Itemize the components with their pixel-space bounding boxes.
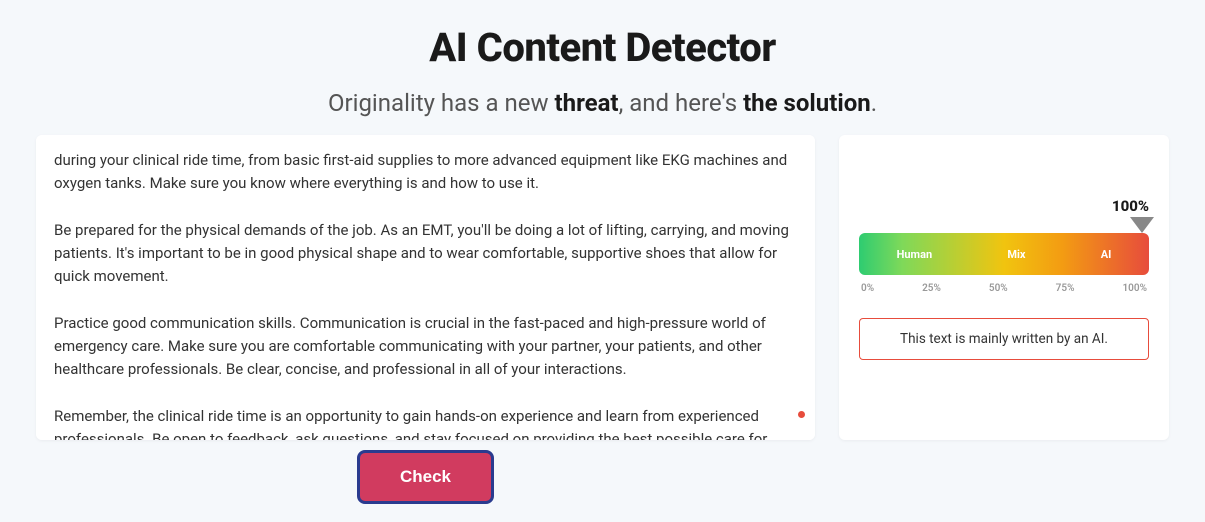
verdict-box: This text is mainly written by an AI. [859, 318, 1149, 360]
main-layout: Check 100% Human Mix AI 0% 25% 50% 75% 1… [0, 135, 1205, 504]
gauge-label-ai: AI [1101, 248, 1112, 261]
gauge-ticks: 0% 25% 50% 75% 100% [859, 283, 1149, 294]
subtitle-threat: threat [555, 89, 619, 117]
tick-0: 0% [861, 283, 874, 294]
subtitle-mid: , and here's [619, 89, 744, 117]
text-area-wrapper [36, 135, 815, 440]
results-panel: 100% Human Mix AI 0% 25% 50% 75% 100% Th… [839, 135, 1169, 440]
subtitle-prefix: Originality has a new [328, 89, 555, 117]
tick-100: 100% [1122, 283, 1147, 294]
tick-75: 75% [1056, 283, 1075, 294]
content-input[interactable] [36, 135, 815, 440]
tick-50: 50% [989, 283, 1008, 294]
gauge-label-human: Human [897, 248, 933, 261]
gauge-pointer-icon [1130, 217, 1154, 233]
ai-percentage: 100% [1112, 197, 1149, 215]
grammar-dot-icon [798, 411, 805, 418]
check-button[interactable]: Check [357, 450, 494, 504]
subtitle-suffix: . [871, 89, 877, 117]
text-panel: Check [36, 135, 815, 504]
subtitle-solution: the solution [743, 89, 871, 117]
gauge-label-mix: Mix [1007, 248, 1025, 261]
subtitle: Originality has a new threat, and here's… [0, 89, 1205, 117]
gauge-bar: Human Mix AI [859, 233, 1149, 275]
page-title: AI Content Detector [0, 0, 1205, 71]
gauge: Human Mix AI 0% 25% 50% 75% 100% [859, 233, 1149, 294]
tick-25: 25% [922, 283, 941, 294]
